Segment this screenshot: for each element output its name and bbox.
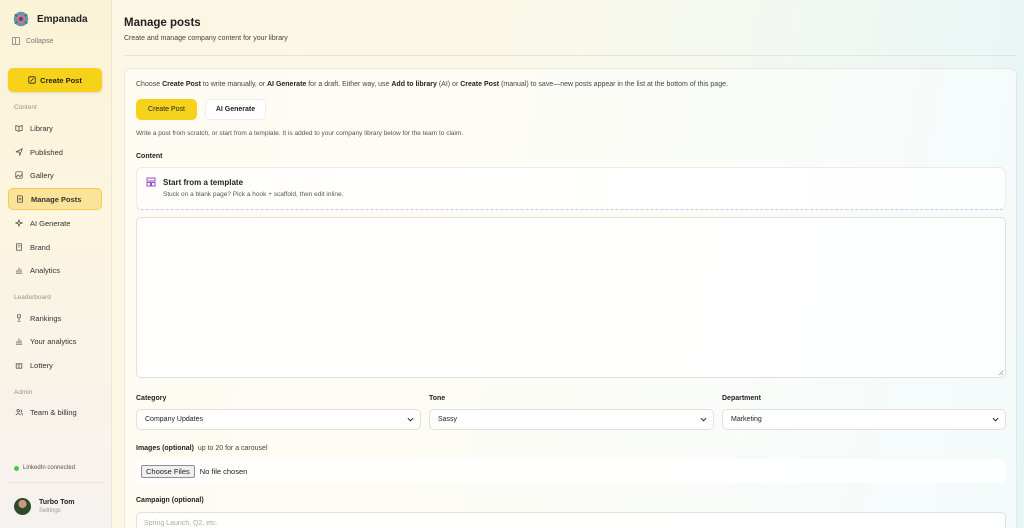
tone-value: Sassy xyxy=(438,416,458,423)
send-icon xyxy=(15,148,23,156)
bar-chart-icon xyxy=(15,267,23,274)
sidebar-item-label: Brand xyxy=(30,242,51,252)
sidebar-item-lottery[interactable]: Lottery xyxy=(8,354,102,376)
department-value: Marketing xyxy=(731,416,762,423)
template-icon xyxy=(146,177,156,187)
empanada-logo-icon xyxy=(13,11,29,27)
content-textarea[interactable] xyxy=(136,217,1006,378)
sidebar-item-label: Library xyxy=(30,123,53,133)
image-icon xyxy=(15,171,23,179)
category-label: Category xyxy=(136,395,167,402)
sidebar-create-post-button[interactable]: Create Post xyxy=(8,68,102,92)
building-icon xyxy=(16,243,22,251)
sidebar-item-label: Published xyxy=(30,147,63,157)
brand-name: Empanada xyxy=(37,13,88,25)
page-title: Manage posts xyxy=(124,17,201,29)
linkedin-status: LinkedIn connected xyxy=(14,465,75,471)
linkedin-status-label: LinkedIn connected xyxy=(23,465,76,471)
category-select[interactable]: Company Updates xyxy=(136,409,421,430)
post-editor-card: Choose Create Post to write manually, or… xyxy=(124,68,1017,528)
campaign-input[interactable]: Spring Launch, Q2, etc. xyxy=(136,512,1006,528)
sidebar-item-label: Analytics xyxy=(30,265,61,275)
section-leaderboard: Leaderboard xyxy=(14,294,51,301)
sidebar-item-label: Gallery xyxy=(30,170,54,180)
chevron-down-icon xyxy=(407,417,414,422)
sidebar-divider xyxy=(8,482,104,483)
user-settings-link[interactable]: Settings xyxy=(39,508,75,514)
choose-files-button[interactable]: Choose Files xyxy=(141,464,195,478)
resize-grip-icon[interactable] xyxy=(997,369,1004,376)
collapse-icon xyxy=(12,37,20,45)
sidebar-item-label: Rankings xyxy=(30,313,62,323)
sidebar-item-rankings[interactable]: Rankings xyxy=(8,307,102,329)
brand[interactable]: Empanada xyxy=(12,10,88,28)
chevron-down-icon xyxy=(992,417,999,422)
page-subtitle: Create and manage company content for yo… xyxy=(124,35,288,42)
template-title: Start from a template xyxy=(163,178,244,187)
help-text: Write a post from scratch, or start from… xyxy=(136,130,464,137)
department-label: Department xyxy=(722,395,761,402)
tab-create-post[interactable]: Create Post xyxy=(136,99,197,120)
file-status: No file chosen xyxy=(199,466,248,476)
sidebar: Empanada Collapse Create Post Content Li… xyxy=(0,0,112,528)
start-from-template-button[interactable]: Start from a template Stuck on a blank p… xyxy=(136,167,1006,210)
section-content: Content xyxy=(14,104,37,111)
section-admin: Admin xyxy=(14,389,33,396)
sidebar-item-label: Lottery xyxy=(30,360,53,370)
chevron-down-icon xyxy=(700,417,707,422)
category-value: Company Updates xyxy=(145,416,203,423)
trophy-icon xyxy=(17,314,21,322)
sidebar-item-published[interactable]: Published xyxy=(8,141,102,163)
sparkles-icon xyxy=(15,219,23,227)
sidebar-item-manage-posts[interactable]: Manage Posts xyxy=(8,188,102,210)
tone-select[interactable]: Sassy xyxy=(429,409,714,430)
sidebar-item-brand[interactable]: Brand xyxy=(8,236,102,258)
user-name: Turbo Tom xyxy=(39,499,75,506)
header-divider xyxy=(124,55,1016,56)
campaign-label: Campaign (optional) xyxy=(136,497,204,504)
images-label: Images (optional) up to 20 for a carouse… xyxy=(136,445,268,452)
bar-chart-icon xyxy=(15,338,23,345)
users-icon xyxy=(15,409,23,416)
sidebar-item-your-analytics[interactable]: Your analytics xyxy=(8,330,102,352)
sidebar-item-label: Team & billing xyxy=(30,407,77,417)
tab-ai-generate[interactable]: AI Generate xyxy=(205,99,266,120)
book-icon xyxy=(15,125,23,132)
sidebar-item-ai-generate[interactable]: AI Generate xyxy=(8,212,102,234)
intro-text: Choose Create Post to write manually, or… xyxy=(136,81,728,88)
connected-dot-icon xyxy=(14,465,19,471)
create-post-label: Create Post xyxy=(40,75,82,85)
sidebar-item-team-billing[interactable]: Team & billing xyxy=(8,401,102,423)
department-select[interactable]: Marketing xyxy=(722,409,1006,430)
collapse-label: Collapse xyxy=(26,37,54,45)
sidebar-item-label: AI Generate xyxy=(30,218,71,228)
content-label: Content xyxy=(136,153,163,160)
sidebar-item-label: Your analytics xyxy=(30,336,77,346)
sidebar-item-analytics[interactable]: Analytics xyxy=(8,259,102,281)
sidebar-item-library[interactable]: Library xyxy=(8,117,102,139)
edit-icon xyxy=(28,76,36,84)
collapse-button[interactable]: Collapse xyxy=(12,37,53,45)
sidebar-item-label: Manage Posts xyxy=(31,194,82,204)
tone-label: Tone xyxy=(429,395,446,402)
sidebar-item-gallery[interactable]: Gallery xyxy=(8,164,102,186)
template-subtitle: Stuck on a blank page? Pick a hook + sca… xyxy=(163,191,344,198)
images-file-input[interactable]: Choose Files No file chosen xyxy=(136,459,1006,483)
avatar xyxy=(14,498,31,515)
user-profile[interactable]: Turbo Tom Settings xyxy=(14,498,75,515)
gift-icon xyxy=(15,363,23,369)
document-icon xyxy=(17,195,23,203)
